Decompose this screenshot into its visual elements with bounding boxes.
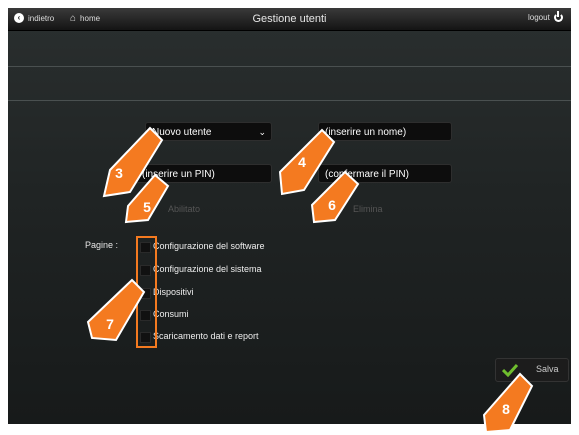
callout-number: 4 [298,154,306,170]
callout-number: 6 [328,197,336,213]
callout-number: 3 [115,165,123,181]
callout-number: 8 [502,401,510,417]
tutorial-overlay [86,126,534,434]
callout-pointer [86,126,534,434]
callout-number: 7 [106,316,114,332]
callout-number: 5 [143,199,151,215]
